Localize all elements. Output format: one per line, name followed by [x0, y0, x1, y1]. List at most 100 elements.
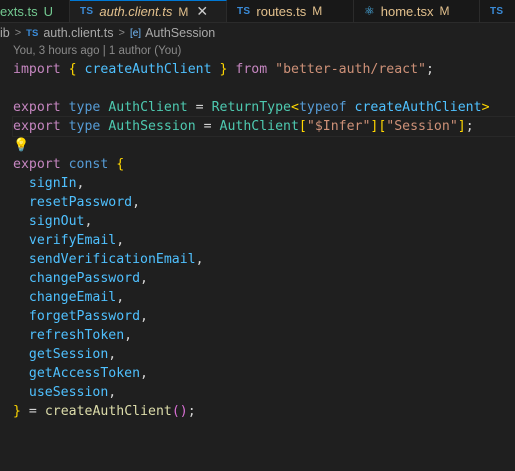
code-token: ; — [465, 119, 474, 134]
typescript-icon: TS — [26, 27, 39, 39]
code-token: "$Infer" — [306, 119, 371, 134]
code-line: refreshToken, — [13, 326, 515, 345]
code-line: verifyEmail, — [13, 231, 515, 250]
code-token: [ — [298, 119, 307, 134]
code-token: signIn — [28, 176, 77, 191]
code-token: typeof — [298, 100, 347, 115]
code-line: changePassword, — [13, 269, 515, 288]
symbol-variable-icon: [e] — [129, 27, 142, 39]
code-token: getAccessToken — [28, 366, 141, 381]
code-line: export const { — [13, 155, 515, 174]
code-token: signOut — [28, 214, 85, 229]
tab-label: routes.ts — [256, 3, 307, 19]
code-token: type — [68, 100, 101, 115]
code-token: , — [76, 176, 85, 191]
tab-status-badge: M — [312, 4, 323, 18]
code-token: from — [235, 62, 268, 77]
code-token: refreshToken — [28, 328, 125, 343]
tab-label: auth.client.ts — [99, 4, 173, 19]
tab-status-badge: M — [178, 4, 189, 19]
chevron-right-icon: > — [14, 27, 22, 39]
tab-home[interactable]: ⚛ home.tsx M — [354, 0, 480, 22]
tab-exts[interactable]: exts.ts U — [0, 0, 70, 22]
typescript-icon: TS — [237, 5, 251, 17]
code-token: forgetPassword — [28, 309, 141, 324]
code-token: , — [140, 271, 148, 286]
code-token: , — [108, 385, 117, 400]
tab-status-badge: U — [43, 3, 53, 19]
code-token: ] — [457, 119, 466, 134]
react-icon: ⚛ — [364, 4, 375, 18]
code-token: "better-auth/react" — [275, 62, 426, 77]
code-line: forgetPassword, — [13, 307, 515, 326]
code-token: export — [13, 157, 61, 172]
code-token: < — [290, 100, 299, 115]
editor-tab-bar: exts.ts U TS auth.client.ts M ✕ TS route… — [0, 0, 515, 23]
code-token: createAuthClient — [44, 404, 172, 419]
code-token: } — [219, 62, 228, 77]
code-token: "Session" — [386, 119, 458, 134]
breadcrumb-folder[interactable]: ib — [0, 26, 10, 40]
code-line: } = createAuthClient(); — [13, 402, 515, 421]
code-token: > — [481, 100, 490, 115]
code-token: changePassword — [28, 271, 141, 286]
code-line: signOut, — [13, 212, 515, 231]
code-token: verifyEmail — [28, 233, 117, 248]
tab-overflow[interactable]: TS — [480, 0, 515, 22]
code-token: ; — [425, 62, 434, 77]
code-token: useSession — [28, 385, 109, 400]
code-token: { — [68, 62, 77, 77]
code-token: = — [203, 119, 212, 134]
code-token: , — [84, 214, 93, 229]
code-token: type — [68, 119, 101, 134]
code-token: const — [68, 157, 109, 172]
typescript-icon: TS — [80, 6, 94, 17]
code-token: ; — [187, 404, 196, 419]
code-token: ][ — [370, 119, 387, 134]
code-line: signIn, — [13, 174, 515, 193]
code-token: getSession — [28, 347, 109, 362]
code-token: = — [195, 100, 204, 115]
code-token: resetPassword — [28, 195, 133, 210]
code-token: AuthClient — [108, 100, 188, 115]
code-token: , — [108, 347, 117, 362]
code-token: AuthClient — [219, 119, 299, 134]
code-line: getAccessToken, — [13, 364, 515, 383]
code-line: resetPassword, — [13, 193, 515, 212]
code-token: , — [195, 252, 204, 267]
tab-routes[interactable]: TS routes.ts M — [227, 0, 354, 22]
breadcrumb-symbol[interactable]: AuthSession — [145, 26, 215, 40]
code-token: createAuthClient — [84, 62, 212, 77]
chevron-right-icon: > — [118, 27, 125, 39]
code-token: , — [124, 328, 133, 343]
code-token: , — [116, 233, 125, 248]
code-line: changeEmail, — [13, 288, 515, 307]
code-token: export — [13, 119, 61, 134]
code-token: () — [171, 404, 188, 419]
code-token: , — [116, 290, 125, 305]
code-line: export type AuthClient = ReturnType<type… — [13, 98, 515, 117]
code-token: sendVerificationEmail — [28, 252, 196, 267]
code-line: getSession, — [13, 345, 515, 364]
tab-auth-client[interactable]: TS auth.client.ts M ✕ — [70, 0, 227, 22]
code-token: export — [13, 100, 61, 115]
git-blame-codelens[interactable]: You, 3 hours ago | 1 author (You) — [13, 45, 181, 57]
breadcrumb-file[interactable]: auth.client.ts — [43, 26, 113, 40]
code-line-current: export type AuthSession = AuthClient["$I… — [12, 116, 515, 137]
code-line: import { createAuthClient } from "better… — [13, 60, 515, 79]
code-token: createAuthClient — [354, 100, 482, 115]
close-icon[interactable]: ✕ — [196, 3, 208, 20]
code-token: { — [116, 157, 125, 172]
code-line: 💡 — [13, 136, 515, 155]
lightbulb-icon[interactable]: 💡 — [13, 138, 29, 153]
code-token: ReturnType — [211, 100, 291, 115]
code-token: AuthSession — [108, 119, 196, 134]
code-editor[interactable]: import { createAuthClient } from "better… — [12, 60, 515, 421]
code-token: , — [132, 195, 141, 210]
typescript-icon: TS — [490, 5, 504, 17]
tab-label: exts.ts — [0, 3, 38, 19]
breadcrumb: ib > TS auth.client.ts > [e] AuthSession — [0, 23, 515, 43]
code-token: , — [140, 309, 148, 324]
code-token: } — [13, 404, 21, 419]
code-token: import — [13, 62, 61, 77]
